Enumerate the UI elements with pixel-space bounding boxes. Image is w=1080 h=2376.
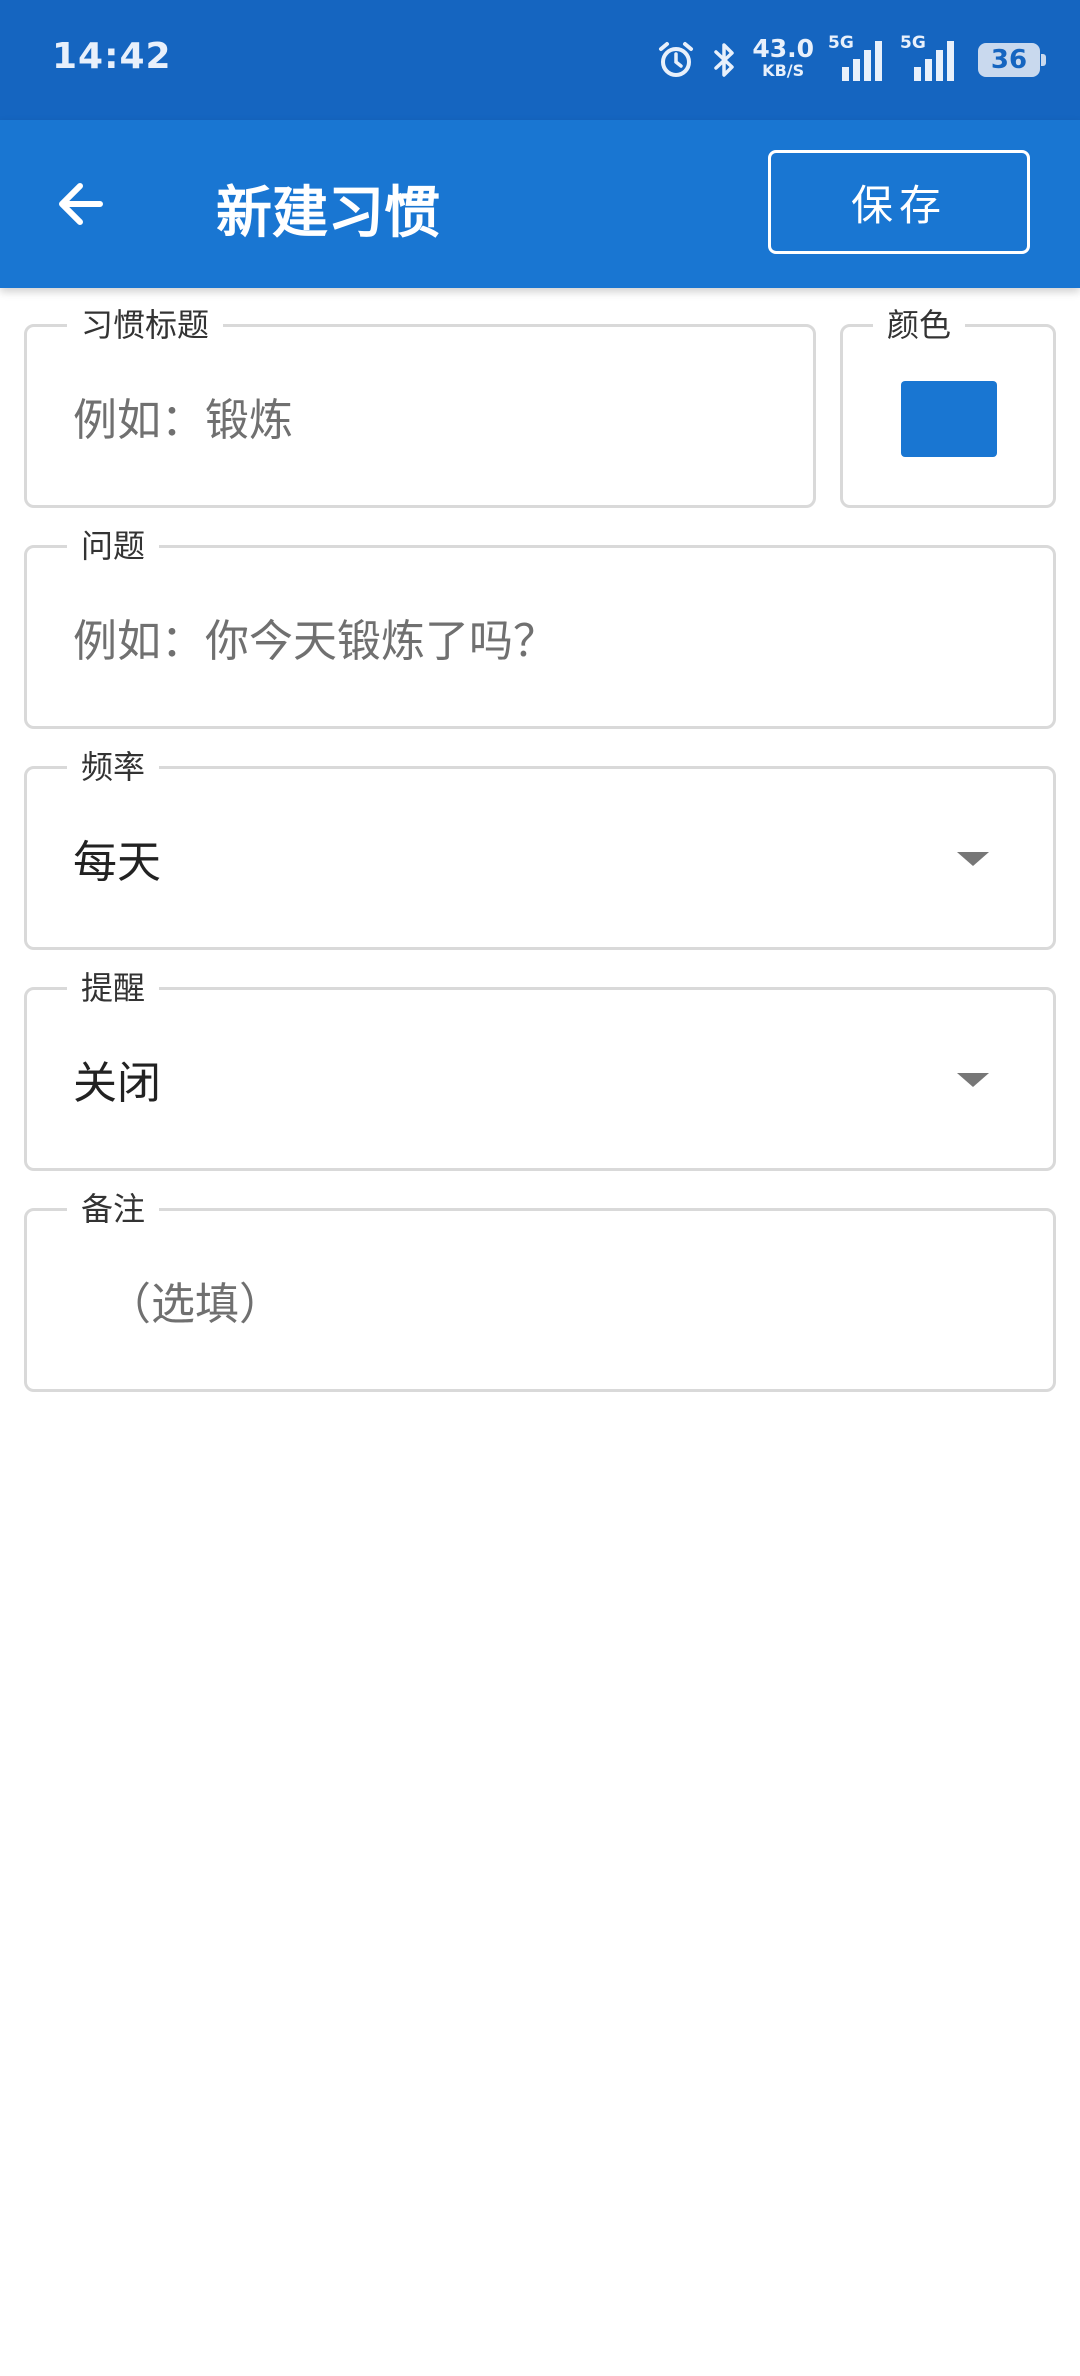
signal-icon: 5G xyxy=(828,33,886,83)
app-bar: 新建习惯 保存 xyxy=(0,120,1080,288)
dropdown-arrow-icon xyxy=(957,1073,989,1087)
color-label: 颜色 xyxy=(873,305,966,345)
network-speed-unit: KB/S xyxy=(762,60,805,80)
status-time: 14:42 xyxy=(52,36,172,77)
color-swatch[interactable] xyxy=(901,381,997,457)
dropdown-arrow-icon xyxy=(957,852,989,866)
save-button[interactable]: 保存 xyxy=(768,150,1030,254)
frequency-value: 每天 xyxy=(73,837,161,888)
network-speed-value: 43.0 xyxy=(752,33,814,63)
notes-field[interactable]: 备注 （选填） xyxy=(24,1189,1056,1392)
bluetooth-icon xyxy=(710,40,738,80)
alarm-icon xyxy=(656,40,696,80)
notes-input[interactable]: （选填） xyxy=(107,1211,283,1389)
back-button[interactable] xyxy=(50,172,114,236)
color-field[interactable]: 颜色 xyxy=(840,305,1056,508)
question-field[interactable]: 问题 例如：你今天锻炼了吗？ xyxy=(24,526,1056,729)
reminder-select[interactable]: 提醒 关闭 xyxy=(24,968,1056,1171)
frequency-select[interactable]: 频率 每天 xyxy=(24,747,1056,950)
battery-level: 36 xyxy=(990,45,1028,75)
arrow-left-icon xyxy=(59,183,103,225)
question-input[interactable]: 例如：你今天锻炼了吗？ xyxy=(73,548,557,726)
status-bar: 14:42 43.0 KB/S 5G 5G 36 xyxy=(0,0,1080,120)
signal-icon: 5G xyxy=(900,33,958,83)
status-icons: 43.0 KB/S 5G 5G 36 xyxy=(656,30,1046,90)
habit-title-input[interactable]: 例如：锻炼 xyxy=(73,327,293,505)
reminder-value: 关闭 xyxy=(73,1058,161,1109)
battery-icon: 36 xyxy=(978,43,1046,77)
network-speed: 43.0 KB/S xyxy=(752,36,814,79)
habit-title-field[interactable]: 习惯标题 例如：锻炼 xyxy=(24,305,816,508)
page-title: 新建习惯 xyxy=(216,181,440,246)
